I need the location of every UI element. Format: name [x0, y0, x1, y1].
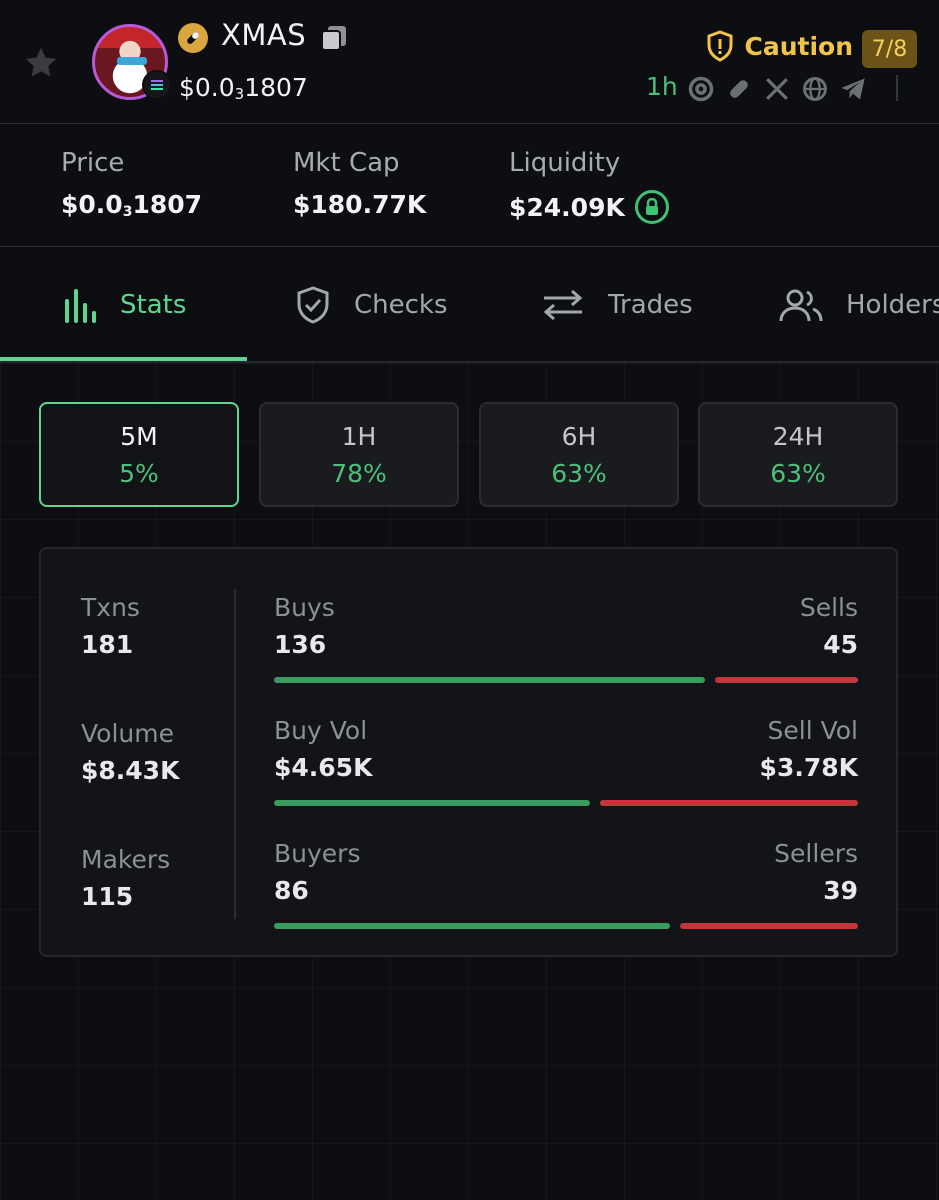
token-header: XMAS $0.031807 Caution 7/8 1h: [0, 0, 939, 124]
makers-value: 115: [81, 882, 134, 911]
price-label: Price: [61, 148, 125, 178]
buyers-bar: [274, 923, 670, 929]
caution-label: Caution: [744, 31, 853, 61]
timeframe-label: 6H: [561, 421, 597, 451]
pill-icon: [178, 23, 208, 53]
price-zero-count: 3: [234, 85, 245, 103]
timeframe-change: 63%: [770, 458, 826, 488]
timeframe-6h[interactable]: 6H 63%: [479, 402, 679, 507]
bar-chart-icon: [65, 289, 96, 323]
buys-sells-row: Buys 136 Sells 45: [274, 593, 858, 683]
buys-label: Buys: [274, 593, 335, 622]
solana-chain-icon: [142, 70, 172, 100]
avatar-glasses: [117, 57, 147, 65]
sellvol-value: $3.78K: [759, 753, 858, 782]
buyers-value: 86: [274, 876, 309, 905]
liquidity-metric: Liquidity $24.09K: [509, 148, 669, 224]
buy-volume-bar: [274, 800, 590, 806]
tab-trades-label: Trades: [608, 290, 693, 320]
stats-panel: Txns 181 Volume $8.43K Makers 115 Buys 1…: [39, 547, 898, 957]
buyvol-sellvol-row: Buy Vol $4.65K Sell Vol $3.78K: [274, 716, 858, 806]
sell-volume-bar: [600, 800, 858, 806]
telegram-icon[interactable]: [838, 74, 868, 104]
tab-trades[interactable]: Trades: [540, 247, 693, 363]
panel-divider: [234, 589, 236, 919]
buyvol-sellvol-bar: [274, 800, 858, 806]
price-value-zero-count: 3: [122, 204, 133, 220]
pill-link-icon[interactable]: [724, 74, 754, 104]
globe-icon[interactable]: [800, 74, 830, 104]
buyvol-value: $4.65K: [274, 753, 373, 782]
tab-checks[interactable]: Checks: [294, 247, 448, 363]
price-digits: 1807: [244, 73, 308, 102]
risk-score-badge[interactable]: 7/8: [862, 30, 917, 68]
buyvol-label: Buy Vol: [274, 716, 368, 745]
buyers-sellers-row: Buyers 86 Sellers 39: [274, 839, 858, 929]
sellers-bar: [680, 923, 858, 929]
tab-bar: Stats Checks Trades Holders: [0, 247, 939, 363]
header-divider: [896, 75, 898, 101]
shield-warning-icon: [707, 30, 733, 62]
volume-stat: Volume $8.43K: [81, 719, 179, 785]
tab-holders[interactable]: Holders: [778, 247, 939, 363]
timeframe-change: 78%: [331, 458, 387, 488]
buys-value: 136: [274, 630, 327, 659]
x-twitter-icon[interactable]: [762, 74, 792, 104]
token-metrics: Price $0.031807 Mkt Cap $180.77K Liquidi…: [0, 124, 939, 247]
timeframe-label: 24H: [772, 421, 824, 451]
sells-label: Sells: [799, 593, 858, 622]
active-tab-indicator: [0, 357, 247, 361]
sells-value: 45: [823, 630, 858, 659]
caution-indicator[interactable]: Caution: [706, 30, 853, 62]
price-value-digits: 1807: [132, 190, 203, 219]
timeframe-label: 1H: [341, 421, 377, 451]
timeframe-24h[interactable]: 24H 63%: [698, 402, 898, 507]
at-sign-icon[interactable]: [686, 74, 716, 104]
buys-sells-bar: [274, 677, 858, 683]
timeframe-1h[interactable]: 1H 78%: [259, 402, 459, 507]
lock-icon: [634, 190, 669, 224]
price-prefix: $0.0: [179, 73, 235, 102]
txns-stat: Txns 181: [81, 593, 140, 659]
liquidity-value: $24.09K: [509, 192, 625, 222]
buyers-sellers-bar: [274, 923, 858, 929]
txns-value: 181: [81, 630, 134, 659]
price-metric: Price $0.031807: [61, 148, 202, 220]
token-price: $0.031807: [179, 73, 308, 103]
users-icon: [779, 289, 823, 322]
volume-label: Volume: [81, 719, 174, 748]
liquidity-value-row: $24.09K: [509, 190, 669, 224]
tab-holders-label: Holders: [846, 290, 939, 320]
makers-stat: Makers 115: [81, 845, 170, 911]
liquidity-label: Liquidity: [509, 148, 621, 178]
sellvol-label: Sell Vol: [767, 716, 859, 745]
timeframe-change: 5%: [119, 458, 159, 488]
token-symbol: XMAS: [221, 18, 307, 52]
copy-icon[interactable]: [320, 24, 350, 52]
tab-checks-label: Checks: [354, 290, 448, 320]
social-links: [686, 74, 868, 104]
sellers-label: Sellers: [774, 839, 858, 868]
timeframe-5m[interactable]: 5M 5%: [39, 402, 239, 507]
makers-label: Makers: [81, 845, 171, 874]
sellers-value: 39: [823, 876, 858, 905]
swap-arrows-icon: [543, 289, 583, 321]
timeframe-change: 63%: [551, 458, 607, 488]
txns-label: Txns: [81, 593, 140, 622]
tab-stats-label: Stats: [120, 290, 187, 320]
mcap-value: $180.77K: [293, 190, 427, 219]
sell-bar: [715, 677, 858, 683]
price-value: $0.031807: [61, 190, 202, 220]
buy-bar: [274, 677, 705, 683]
mcap-metric: Mkt Cap $180.77K: [293, 148, 426, 219]
buyers-label: Buyers: [274, 839, 361, 868]
price-value-prefix: $0.0: [61, 190, 123, 219]
timeframe-label: 5M: [120, 421, 158, 451]
volume-value: $8.43K: [81, 756, 180, 785]
tab-stats[interactable]: Stats: [62, 247, 186, 363]
shield-check-icon: [297, 286, 329, 324]
token-age: 1h: [646, 72, 678, 101]
mcap-label: Mkt Cap: [293, 148, 400, 178]
favorite-star-icon[interactable]: [20, 42, 62, 84]
